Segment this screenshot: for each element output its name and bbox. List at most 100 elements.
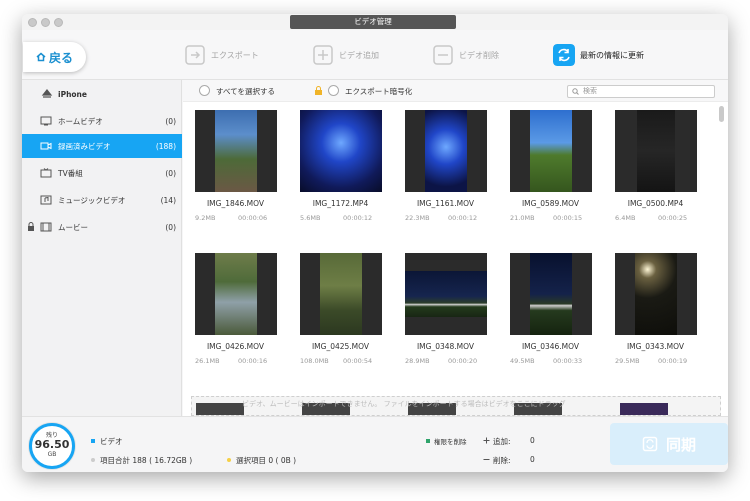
add-value: 0 <box>530 436 535 445</box>
video-size: 29.5MB <box>615 357 640 365</box>
export-icon <box>185 45 205 65</box>
refresh-icon <box>553 44 575 66</box>
sidebar-item-label: ムービー <box>58 222 88 232</box>
delete-video-button[interactable]: ビデオ削除 <box>432 44 499 66</box>
video-grid: IMG_1846.MOV 9.2MB 00:00:06 IMG_1172.MP4… <box>183 102 728 402</box>
delete-video-icon <box>433 45 453 65</box>
sidebar-item-count: (0) <box>165 222 176 232</box>
video-filename: IMG_1846.MOV <box>206 199 265 208</box>
video-duration: 00:00:06 <box>238 214 268 222</box>
eject-icon <box>41 89 53 98</box>
drop-zone[interactable]: ビデオ、ムービーはインポートできません。 ファイルをインポートする場合はビデオを… <box>191 396 721 416</box>
drop-hint: ビデオ、ムービーはインポートできません。 ファイルをインポートする場合はビデオを… <box>242 400 566 408</box>
video-filename: IMG_0348.MOV <box>416 342 475 351</box>
export-button[interactable]: エクスポート <box>184 44 259 66</box>
delete-label: 削除: <box>493 456 511 465</box>
video-size: 108.0MB <box>300 357 329 365</box>
sidebar-item-label: ミュージックビデオ <box>58 195 126 205</box>
video-size: 49.5MB <box>510 357 535 365</box>
encrypt-export-label: エクスポート暗号化 <box>345 87 413 96</box>
partial-thumbnail <box>196 403 244 415</box>
app-window: ビデオ管理 戻る エクスポート ビデオ追加 ビデオ削除 最新の情報に更新 iPh… <box>22 14 728 472</box>
video-duration: 00:00:16 <box>238 357 268 365</box>
sidebar-item-music-video[interactable]: ミュージックビデオ (14) <box>22 188 182 212</box>
back-button[interactable]: 戻る <box>23 42 86 72</box>
video-size: 6.4MB <box>615 214 636 222</box>
video-size: 5.6MB <box>300 214 321 222</box>
video-size: 9.2MB <box>195 214 216 222</box>
refresh-label: 最新の情報に更新 <box>580 50 644 60</box>
scrollbar[interactable] <box>719 106 724 122</box>
video-duration: 00:00:12 <box>448 214 478 222</box>
sidebar-item-count: (0) <box>165 168 176 178</box>
video-legend-label: ビデオ <box>100 437 123 446</box>
add-label: 追加: <box>493 437 511 446</box>
video-duration: 00:00:12 <box>343 214 373 222</box>
title-bar: ビデオ管理 <box>22 14 728 30</box>
close-window-button[interactable] <box>28 18 37 27</box>
movie-icon <box>40 222 52 232</box>
sync-button[interactable]: 同期 <box>610 423 728 465</box>
select-all-checkbox[interactable] <box>199 85 210 96</box>
encrypt-export-checkbox[interactable] <box>328 85 339 96</box>
video-thumbnail[interactable] <box>195 253 277 335</box>
video-filename: IMG_0346.MOV <box>521 342 580 351</box>
back-label: 戻る <box>48 50 73 65</box>
video-legend-dot <box>91 439 95 443</box>
video-thumbnail[interactable] <box>405 110 487 192</box>
sidebar-item-count: (188) <box>155 141 176 151</box>
add-video-button[interactable]: ビデオ追加 <box>312 44 379 66</box>
permanent-delete-dot <box>426 439 430 443</box>
video-filename: IMG_1161.MOV <box>416 199 475 208</box>
video-thumbnail[interactable] <box>300 253 382 335</box>
sidebar-item-movie[interactable]: ムービー (0) <box>22 215 182 239</box>
total-items: 項目合計 188 ( 16.72GB ) <box>100 456 193 465</box>
video-duration: 00:00:15 <box>553 214 583 222</box>
video-thumbnail[interactable] <box>510 253 592 335</box>
sidebar-item-recorded-video[interactable]: 録画済みビデオ (188) <box>22 134 182 158</box>
video-size: 26.1MB <box>195 357 220 365</box>
selected-items: 選択項目 0 ( 0B ) <box>236 456 297 465</box>
total-dot <box>91 458 95 462</box>
plus-icon <box>483 437 490 444</box>
minimize-window-button[interactable] <box>41 18 50 27</box>
lock-icon <box>28 222 34 231</box>
video-thumbnail[interactable] <box>300 110 382 192</box>
delete-value: 0 <box>530 455 535 464</box>
sidebar: iPhone ホームビデオ (0) 録画済みビデオ (188) TV番組 (0)… <box>22 80 182 416</box>
sidebar-device[interactable]: iPhone <box>22 82 182 106</box>
refresh-button[interactable]: 最新の情報に更新 <box>553 44 644 66</box>
video-filename: IMG_0343.MOV <box>626 342 685 351</box>
video-duration: 00:00:25 <box>658 214 688 222</box>
video-size: 21.0MB <box>510 214 535 222</box>
sidebar-item-count: (0) <box>165 116 176 126</box>
export-label: エクスポート <box>211 50 259 60</box>
recorded-video-icon <box>40 142 52 150</box>
video-thumbnail[interactable] <box>405 253 487 335</box>
remaining-value: 96.50 <box>34 438 70 451</box>
video-thumbnail[interactable] <box>510 110 592 192</box>
video-duration: 00:00:20 <box>448 357 478 365</box>
video-size: 28.9MB <box>405 357 430 365</box>
video-duration: 00:00:33 <box>553 357 583 365</box>
permanent-delete-label: 権限を削除 <box>434 438 467 446</box>
video-filename: IMG_0425.MOV <box>311 342 370 351</box>
search-input[interactable]: 検索 <box>567 85 715 98</box>
add-video-icon <box>313 45 333 65</box>
delete-video-label: ビデオ削除 <box>459 50 499 60</box>
remaining-unit: GB <box>47 451 57 458</box>
sync-icon <box>642 436 658 452</box>
video-duration: 00:00:54 <box>343 357 373 365</box>
video-thumbnail[interactable] <box>615 253 697 335</box>
sidebar-item-tv[interactable]: TV番組 (0) <box>22 161 182 185</box>
toolbar: 戻る エクスポート ビデオ追加 ビデオ削除 最新の情報に更新 <box>22 30 728 80</box>
selected-dot <box>227 458 231 462</box>
add-video-label: ビデオ追加 <box>339 50 379 60</box>
video-thumbnail[interactable] <box>615 110 697 192</box>
partial-thumbnail <box>620 403 668 415</box>
sidebar-item-count: (14) <box>160 195 176 205</box>
video-thumbnail[interactable] <box>195 110 277 192</box>
sidebar-item-home-video[interactable]: ホームビデオ (0) <box>22 109 182 133</box>
video-duration: 00:00:19 <box>658 357 688 365</box>
zoom-window-button[interactable] <box>54 18 63 27</box>
